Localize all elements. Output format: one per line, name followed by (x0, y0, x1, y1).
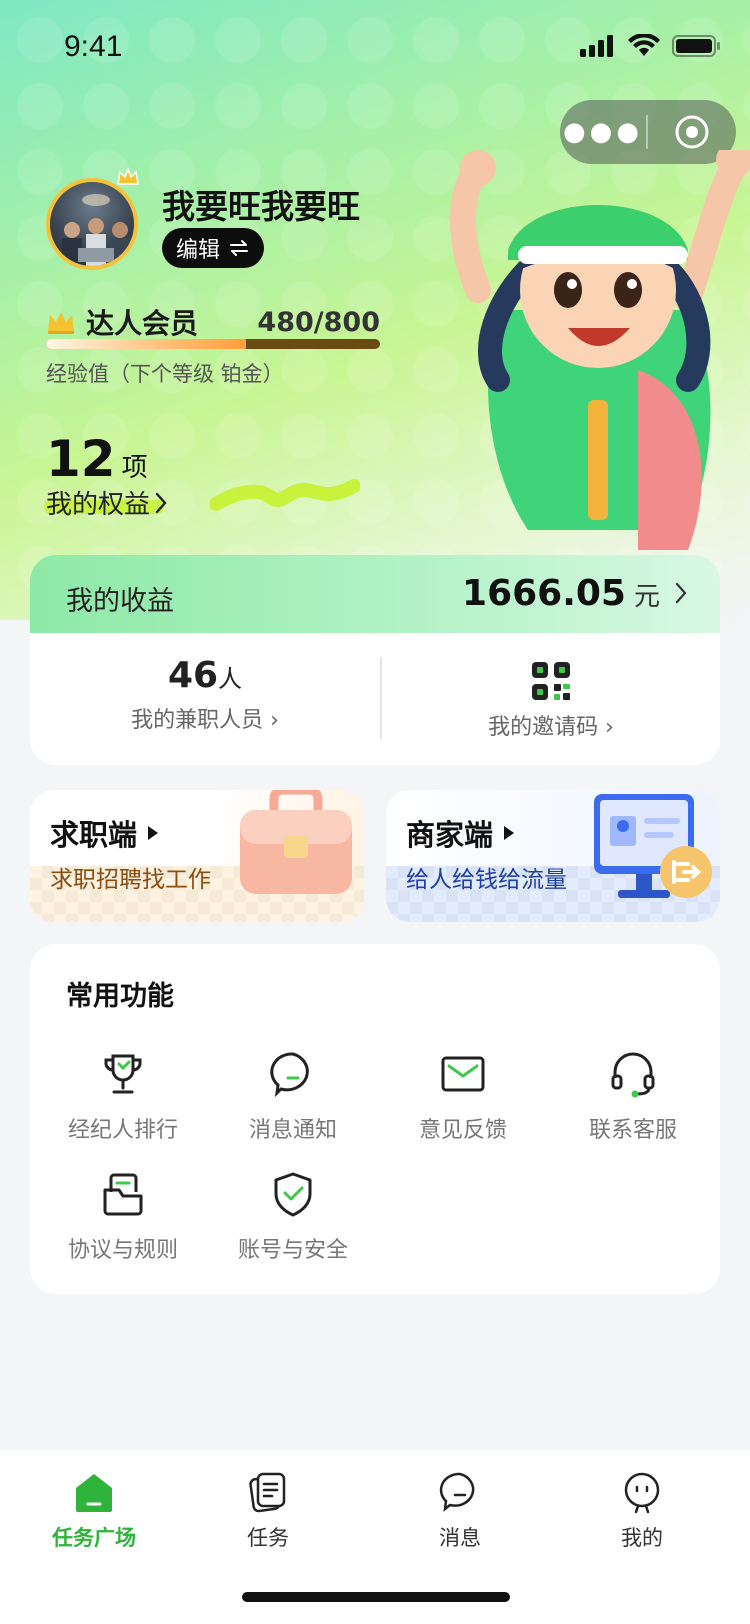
tab-task-square[interactable]: 任务广场 (24, 1468, 164, 1552)
feedback-label: 意见反馈 (418, 1118, 507, 1143)
crown-badge-icon (117, 166, 139, 185)
feedback-item[interactable]: 意见反馈 (378, 1048, 548, 1144)
staff-count: 46 (167, 655, 219, 696)
home-icon (76, 1474, 112, 1512)
vip-progress-text: 480/800 (257, 306, 380, 338)
common-functions-card: 常用功能 经纪人排行 消息通知 意见反馈 联系客服 协议与规则 账号与安全 (30, 944, 720, 1294)
briefcase-icon (240, 790, 352, 894)
chevron-right-icon: › (605, 715, 614, 740)
merchant-title: 商家端 (406, 818, 494, 852)
part-time-staff-link[interactable]: 46人 我的兼职人员 › (30, 655, 380, 734)
chat-bubble-icon (270, 1052, 309, 1098)
play-arrow-icon (148, 826, 159, 840)
chevron-right-icon (675, 582, 687, 604)
profile-icon (624, 1472, 660, 1514)
earnings-header[interactable]: 我的收益 1666.05 元 (30, 555, 720, 633)
agreement-rules-item[interactable]: 协议与规则 (38, 1168, 208, 1264)
tab-label: 任务 (247, 1526, 289, 1550)
close-target-icon[interactable] (648, 114, 736, 150)
message-notice-item[interactable]: 消息通知 (208, 1048, 378, 1144)
decorative-scribble (210, 479, 360, 511)
edit-profile-button[interactable]: 编辑 (162, 228, 265, 268)
staff-label: 我的兼职人员 (131, 708, 264, 733)
edit-label: 编辑 (176, 238, 221, 263)
merchant-title-row: 商家端 (406, 812, 515, 854)
play-arrow-icon (504, 826, 515, 840)
chevron-right-icon: › (270, 708, 279, 733)
vip-progress-bar (46, 339, 380, 349)
username: 我要旺我要旺 (162, 187, 360, 226)
qr-code-icon (532, 662, 570, 700)
vip-progress-fill (46, 339, 247, 349)
earnings-amount: 1666.05 (462, 573, 626, 614)
agent-ranking-label: 经纪人排行 (67, 1118, 178, 1143)
mascot-illustration (450, 150, 750, 550)
experience-note: 经验值（下个等级 铂金） (46, 362, 284, 386)
trophy-icon (104, 1054, 142, 1094)
status-time: 9:41 (64, 30, 123, 63)
job-seeker-subtitle: 求职招聘找工作 (50, 867, 211, 893)
tab-label: 我的 (621, 1526, 663, 1550)
customer-service-item[interactable]: 联系客服 (548, 1048, 718, 1144)
tab-tasks[interactable]: 任务 (198, 1468, 338, 1552)
agent-ranking-item[interactable]: 经纪人排行 (38, 1048, 208, 1144)
status-icons (580, 34, 722, 58)
tab-mine[interactable]: 我的 (572, 1468, 712, 1552)
account-security-label: 账号与安全 (237, 1238, 348, 1263)
crown-icon (48, 312, 74, 334)
invite-label: 我的邀请码 (488, 715, 599, 740)
job-seeker-title-row: 求职端 (50, 812, 159, 854)
more-icon[interactable]: ●●● (560, 117, 646, 147)
job-seeker-title: 求职端 (50, 818, 138, 852)
avatar[interactable] (46, 178, 138, 270)
merchant-subtitle: 给人给钱给流量 (406, 867, 567, 893)
headset-icon (611, 1052, 655, 1098)
tab-label: 消息 (439, 1526, 481, 1550)
document-icon (103, 1173, 143, 1216)
monitor-icon (594, 794, 712, 898)
task-icon (249, 1472, 286, 1513)
rights-number: 12 (46, 430, 116, 488)
common-functions-title: 常用功能 (66, 981, 174, 1012)
signal-icon (580, 35, 613, 57)
my-rights-label: 我的权益 (46, 490, 151, 520)
message-icon (439, 1472, 475, 1512)
earnings-value-group: 1666.05 元 (462, 573, 688, 614)
rights-unit: 项 (121, 453, 148, 483)
wifi-icon (628, 34, 660, 56)
vip-level-row[interactable]: 达人会员 480/800 (46, 302, 380, 342)
home-indicator (242, 1592, 510, 1602)
staff-unit: 人 (218, 665, 243, 693)
job-seeker-card[interactable]: 求职端 求职招聘找工作 (30, 790, 364, 922)
chevron-right-icon (155, 492, 167, 513)
customer-service-label: 联系客服 (588, 1118, 677, 1143)
shield-icon (274, 1172, 312, 1217)
earnings-label: 我的收益 (66, 586, 174, 617)
agreement-rules-label: 协议与规则 (67, 1238, 178, 1263)
earnings-unit: 元 (633, 582, 660, 612)
vip-title: 达人会员 (86, 307, 199, 340)
my-rights-link[interactable]: 我的权益 (46, 484, 168, 521)
battery-icon (672, 35, 720, 57)
invite-code-link[interactable]: 我的邀请码 › (382, 661, 720, 741)
message-notice-label: 消息通知 (248, 1118, 337, 1143)
earnings-card: 我的收益 1666.05 元 46人 我的兼职人员 › 我的邀请码 › (30, 555, 720, 765)
tab-messages[interactable]: 消息 (390, 1468, 530, 1552)
mail-icon (441, 1056, 485, 1092)
merchant-card[interactable]: 商家端 给人给钱给流量 (386, 790, 720, 922)
rights-count: 12 项 (46, 430, 148, 488)
tab-label: 任务广场 (52, 1526, 136, 1550)
switch-icon (230, 240, 249, 256)
account-security-item[interactable]: 账号与安全 (208, 1168, 378, 1264)
